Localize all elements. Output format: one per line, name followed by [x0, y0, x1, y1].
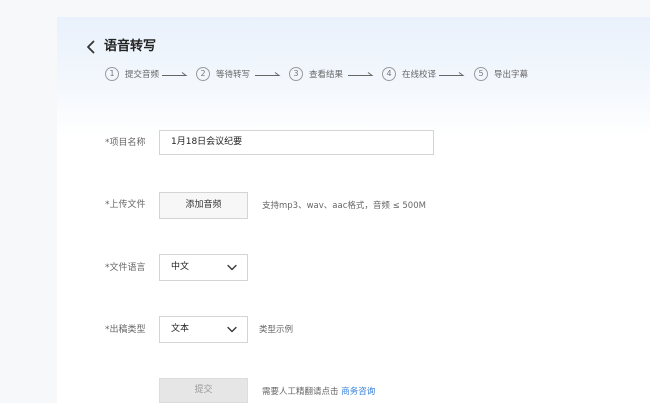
page-title: 语音转写 [104, 39, 157, 54]
chevron-down-icon [227, 264, 237, 271]
business-inquiry-link[interactable]: 商务咨询 [341, 387, 375, 397]
upload-file-label: *上传文件 [105, 200, 146, 210]
chevron-left-icon[interactable] [84, 39, 98, 55]
output-type-select[interactable]: 文本 [159, 316, 248, 343]
step-number: 4 [382, 67, 396, 81]
step-number: 3 [289, 67, 303, 81]
output-type-label: *出稿类型 [105, 325, 146, 335]
manual-translation-hint: 需要人工精翻请点击 商务咨询 [262, 386, 375, 398]
step-number: 1 [105, 67, 119, 81]
step-3: 3 查看结果 [289, 67, 343, 81]
arrow-right-icon [162, 72, 188, 76]
add-audio-button[interactable]: 添加音频 [159, 192, 248, 219]
upload-format-hint: 支持mp3、wav、aac格式，音频 ≤ 500M [262, 201, 426, 211]
submit-button[interactable]: 提交 [159, 378, 248, 403]
step-number: 5 [474, 67, 488, 81]
step-label: 导出字幕 [494, 70, 529, 80]
manual-translation-text: 需要人工精翻请点击 [262, 387, 339, 397]
file-language-label: *文件语言 [105, 263, 146, 273]
arrow-right-icon [255, 72, 281, 76]
type-example-link[interactable]: 类型示例 [259, 324, 293, 336]
step-5: 5 导出字幕 [474, 67, 528, 81]
language-select-value: 中文 [171, 262, 190, 272]
step-number: 2 [196, 67, 210, 81]
step-2: 2 等待转写 [196, 67, 250, 81]
step-label: 查看结果 [309, 70, 344, 80]
arrow-right-icon [348, 72, 374, 76]
arrow-right-icon [439, 72, 465, 76]
output-type-select-value: 文本 [171, 324, 190, 334]
step-1: 1 提交音频 [105, 67, 159, 81]
step-label: 等待转写 [216, 70, 251, 80]
step-4: 4 在线校译 [382, 67, 436, 81]
step-label: 提交音频 [125, 70, 160, 80]
step-label: 在线校译 [402, 70, 437, 80]
project-name-input[interactable]: 1月18日会议纪要 [159, 130, 434, 155]
language-select[interactable]: 中文 [159, 254, 248, 281]
chevron-down-icon [227, 326, 237, 333]
project-name-label: *项目名称 [105, 138, 146, 148]
